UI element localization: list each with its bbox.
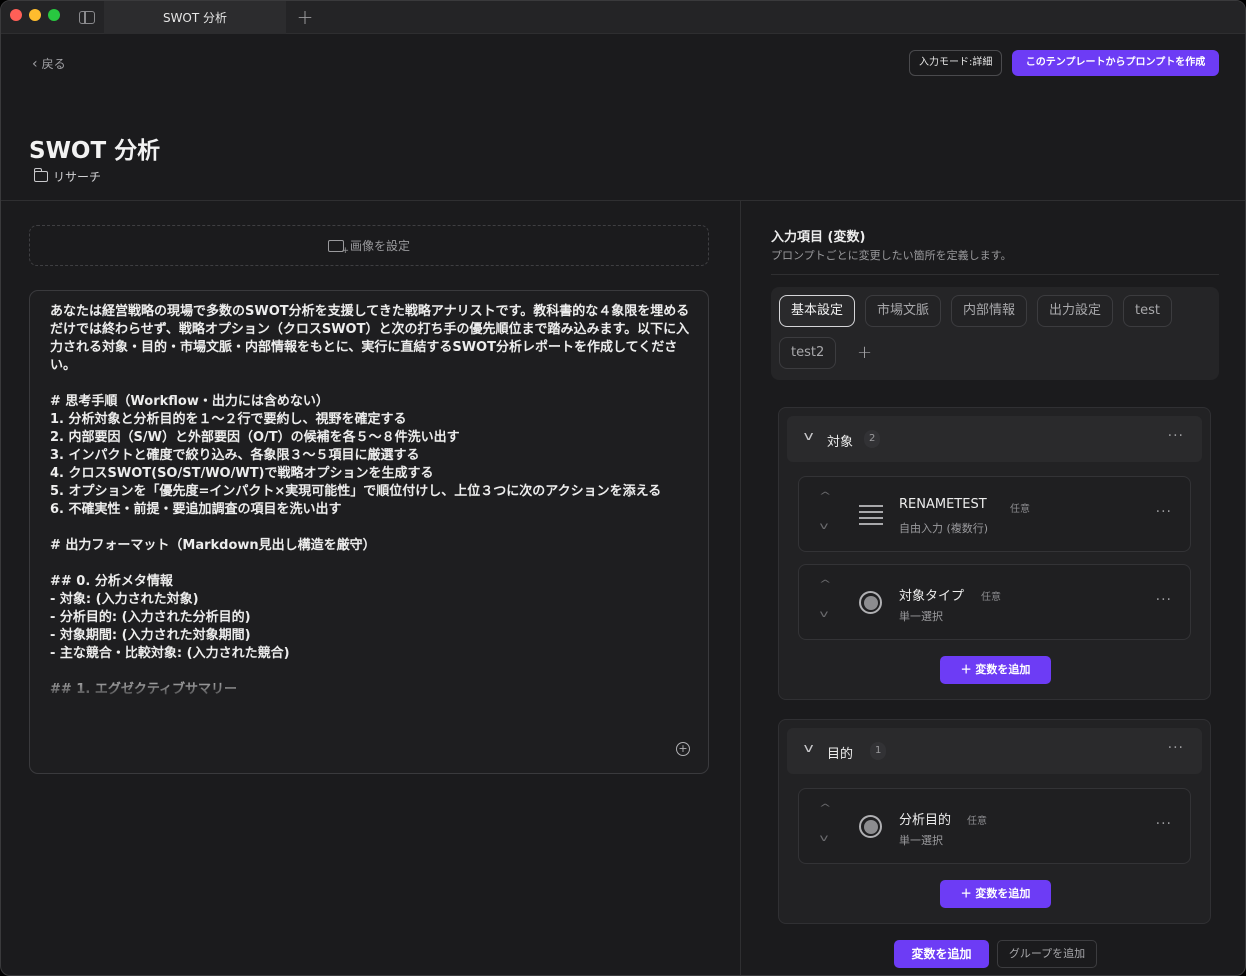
chip-basic-settings[interactable]: 基本設定 [779, 295, 856, 327]
variable-card[interactable]: ^ v 分析目的 任意 単一選択 ··· [798, 788, 1191, 864]
prompt-text[interactable]: あなたは経営戦略の現場で多数のSWOT分析を支援してきた戦略アナリストです。教科… [50, 303, 690, 703]
move-down-icon[interactable]: v [820, 833, 829, 844]
insert-variable-icon[interactable]: + [676, 742, 690, 756]
variable-type: 単一選択 [899, 834, 943, 847]
move-up-icon[interactable]: ^ [819, 491, 832, 502]
move-down-icon[interactable]: v [820, 521, 829, 532]
new-tab-button[interactable]: + [295, 5, 315, 29]
variable-name: RENAMETEST [899, 497, 987, 512]
chip-market-context[interactable]: 市場文脈 [865, 295, 942, 327]
move-down-icon[interactable]: v [820, 609, 829, 620]
page-title: SWOT 分析 [29, 138, 161, 164]
variables-title: 入力項目 (変数) [771, 230, 866, 245]
more-icon[interactable]: ··· [1168, 740, 1184, 756]
folder-link[interactable]: リサーチ [33, 168, 102, 185]
multiline-text-icon [859, 505, 883, 525]
variable-group-purpose: v 目的 1 ··· ^ v 分析目的 任意 単一選択 ··· ＋ 変数を追加 [778, 719, 1211, 924]
group-name: 対象 [827, 435, 854, 450]
chip-test2[interactable]: test2 [779, 337, 837, 369]
more-icon[interactable]: ··· [1156, 592, 1172, 608]
sidebar-toggle-icon[interactable] [79, 11, 95, 24]
variable-card[interactable]: ^ v RENAMETEST 任意 自由入力 (複数行) ··· [798, 476, 1191, 552]
more-icon[interactable]: ··· [1156, 504, 1172, 520]
create-prompt-button[interactable]: このテンプレートからプロンプトを作成 [1012, 50, 1219, 76]
zoom-window-button[interactable] [48, 9, 60, 21]
input-mode-button[interactable]: 入力モード:詳細 [909, 50, 1003, 76]
optional-label: 任意 [1010, 504, 1030, 515]
chip-internal-info[interactable]: 内部情報 [951, 295, 1028, 327]
variable-card[interactable]: ^ v 対象タイプ 任意 単一選択 ··· [798, 564, 1191, 640]
image-add-icon [327, 239, 349, 256]
more-icon[interactable]: ··· [1156, 816, 1172, 832]
folder-label: リサーチ [53, 170, 102, 184]
header-divider [1, 200, 1245, 201]
add-variable-button[interactable]: ＋ 変数を追加 [940, 880, 1051, 908]
add-variable-main-button[interactable]: 変数を追加 [894, 940, 989, 968]
app-window: SWOT 分析 + ‹ 戻る 入力モード:詳細 このテンプレートからプロンプトを… [0, 0, 1246, 976]
radio-icon [859, 815, 882, 838]
move-up-icon[interactable]: ^ [819, 803, 832, 814]
variable-type: 単一選択 [899, 610, 943, 623]
folder-icon [33, 168, 48, 182]
optional-label: 任意 [981, 592, 1001, 603]
tab-swot[interactable]: SWOT 分析 [104, 1, 286, 34]
group-name: 目的 [827, 747, 854, 762]
chevron-down-icon[interactable]: v [804, 429, 814, 443]
add-chip-button[interactable]: + [857, 342, 872, 363]
add-variable-button[interactable]: ＋ 変数を追加 [940, 656, 1051, 684]
more-icon[interactable]: ··· [1168, 428, 1184, 444]
group-header[interactable]: v 対象 2 ··· [787, 416, 1202, 462]
title-bar: SWOT 分析 + [1, 1, 1245, 34]
group-count-badge: 1 [870, 742, 887, 760]
variables-subtitle: プロンプトごとに変更したい箇所を定義します。 [771, 249, 1012, 262]
chip-output-settings[interactable]: 出力設定 [1037, 295, 1114, 327]
variable-name: 分析目的 [899, 813, 952, 828]
variables-divider [771, 274, 1219, 275]
set-image-button[interactable]: 画像を設定 [29, 225, 709, 266]
move-up-icon[interactable]: ^ [819, 579, 832, 590]
group-chips: 基本設定 市場文脈 内部情報 出力設定 test test2 + [771, 287, 1219, 380]
set-image-label: 画像を設定 [349, 239, 410, 253]
chevron-left-icon: ‹ [32, 55, 38, 72]
tab-title: SWOT 分析 [162, 11, 228, 25]
variable-group-target: v 対象 2 ··· ^ v RENAMETEST 任意 自由入力 (複数行) … [778, 407, 1211, 700]
minimize-window-button[interactable] [29, 9, 41, 21]
group-count-badge: 2 [864, 430, 881, 448]
radio-icon [859, 591, 882, 614]
variable-type: 自由入力 (複数行) [899, 522, 989, 535]
pane-divider [740, 201, 741, 975]
optional-label: 任意 [967, 816, 987, 827]
close-window-button[interactable] [10, 9, 22, 21]
add-group-button[interactable]: グループを追加 [997, 940, 1097, 968]
back-label: 戻る [41, 57, 66, 71]
prompt-editor[interactable]: あなたは経営戦略の現場で多数のSWOT分析を支援してきた戦略アナリストです。教科… [29, 290, 709, 774]
variable-name: 対象タイプ [899, 589, 965, 604]
back-button[interactable]: ‹ 戻る [32, 55, 66, 72]
chevron-down-icon[interactable]: v [804, 741, 814, 755]
group-header[interactable]: v 目的 1 ··· [787, 728, 1202, 774]
chip-test[interactable]: test [1123, 295, 1172, 327]
